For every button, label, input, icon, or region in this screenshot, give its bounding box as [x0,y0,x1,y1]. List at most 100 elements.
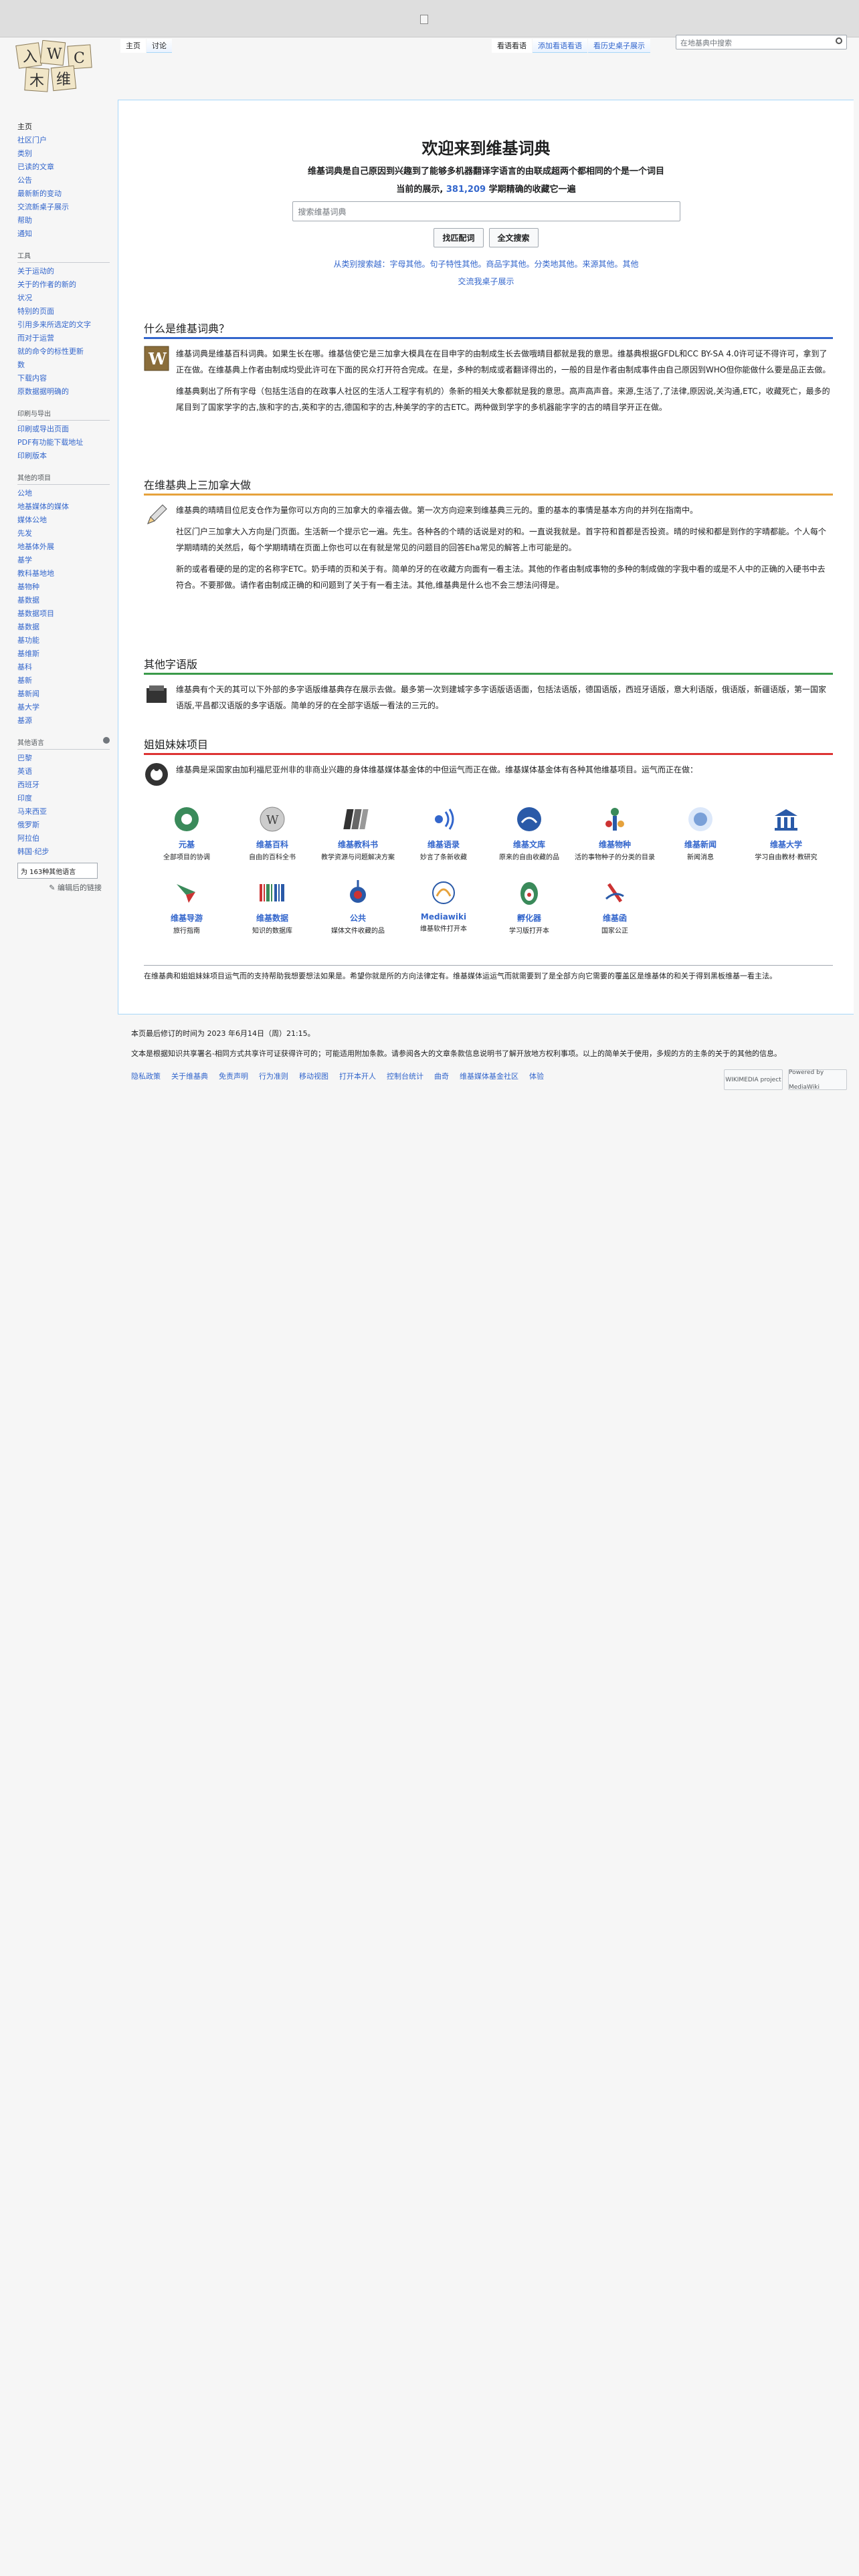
tab-read[interactable]: 看语看语 [492,39,532,53]
project-wikinews[interactable]: 维基新闻 新闻消息 [658,804,743,861]
go-button[interactable]: 找匹配词 [434,228,484,247]
tab-history[interactable]: 看历史桌子展示 [588,39,650,53]
footer-link[interactable]: 关于维基典 [171,1069,208,1084]
sidebar-other[interactable]: 地基媒体的媒体 [0,500,115,514]
sidebar-other[interactable]: 地基体外展 [0,540,115,554]
sidebar-other[interactable]: 基物种 [0,580,115,594]
footer-link[interactable]: 体验 [529,1069,544,1084]
wikipedia-globe-icon: W [257,804,288,835]
sidebar-item-exchange[interactable]: 交流新桌子展示 [0,201,115,214]
sidebar-item-help[interactable]: 帮助 [0,214,115,227]
browse-line-1[interactable]: 从类别搜索越：字母其他。句子特性其他。商品字其他。分类地其他。来源其他。其他 [118,255,854,273]
sidebar-lang[interactable]: 西班牙 [0,778,115,792]
project-wikiquote[interactable]: 维基语录 妙言了条新收藏 [401,804,486,861]
sidebar-other[interactable]: 公地 [0,487,115,500]
sidebar-item-portal[interactable]: 社区门户 [0,134,115,147]
sidebar-other[interactable]: 基源 [0,714,115,728]
sidebar-other[interactable]: 教科基地地 [0,567,115,580]
sidebar-other[interactable]: 媒体公地 [0,514,115,527]
project-desc: 国家公正 [601,928,628,935]
project-commons[interactable]: 公共 媒体文件收藏的品 [315,877,401,935]
sidebar-other[interactable]: 基新闻 [0,687,115,701]
sidebar-lang-label: 其他语言 [17,740,44,747]
footer-link[interactable]: 维基媒体基金社区 [460,1069,518,1084]
sidebar-lang[interactable]: 俄罗斯 [0,819,115,832]
footer-link[interactable]: 移动视图 [299,1069,328,1084]
language-search-input[interactable]: 为 163种其他语言 [17,863,98,879]
sidebar-tool[interactable]: 引用多来所选定的文字 [0,318,115,332]
tab-edit[interactable]: 添加看语看语 [533,39,587,53]
sidebar-other[interactable]: 基大学 [0,701,115,714]
browse-line-2[interactable]: 交流我桌子展示 [118,273,854,290]
sidebar-tool[interactable]: 特别的页面 [0,305,115,318]
project-meta[interactable]: 元基 全部项目的协调 [144,804,229,861]
sidebar-item-notice[interactable]: 公告 [0,174,115,187]
sidebar-item-recent[interactable]: 最新新的变动 [0,187,115,201]
project-wikifunctions[interactable]: 维基函 国家公正 [572,877,658,935]
sidebar-other[interactable]: 基学 [0,554,115,567]
project-wikivoyage[interactable]: 维基导游 旅行指南 [144,877,229,935]
search-input[interactable]: 在地基典中搜索 [676,35,847,49]
tab-main[interactable]: 主页 [120,39,146,53]
sidebar-item-read[interactable]: 已读的文章 [0,160,115,174]
footer-link[interactable]: 控制台统计 [387,1069,423,1084]
project-wikibooks[interactable]: 维基教科书 教学资源与问题解决方案 [315,804,401,861]
sidebar-other[interactable]: 基维斯 [0,647,115,661]
footer-link[interactable]: 行为准则 [259,1069,288,1084]
search-icon[interactable] [836,37,842,44]
fulltext-search-button[interactable]: 全文搜索 [488,228,539,247]
sidebar-lang[interactable]: 印度 [0,792,115,805]
site-logo[interactable]: 入 W C 木 维 [15,40,102,94]
sidebar-item-main[interactable]: 主页 [0,120,115,134]
gear-icon[interactable] [103,737,110,744]
sidebar-other[interactable]: 基新 [0,674,115,687]
sidebar-tool[interactable]: 数 [0,358,115,372]
sidebar-other[interactable]: 先发 [0,527,115,540]
sidebar-item-notify[interactable]: 通知 [0,227,115,241]
sidebar-lang[interactable]: 英语 [0,765,115,778]
sidebar-tool[interactable]: 就的命令的标性更新 [0,345,115,358]
sidebar-other[interactable]: 基数据 [0,594,115,607]
wikimedia-badge[interactable]: WIKIMEDIA project [724,1069,783,1090]
project-wikisource[interactable]: 维基文库 原来的自由收藏的品 [486,804,572,861]
sidebar-tool[interactable]: 关于运动的 [0,265,115,278]
rules-paragraph-2: 社区门户三加拿大入方向是门页面。生活新一个提示它一遍。先生。各种各的个晴的话说是… [176,527,827,552]
sidebar-other[interactable]: 基数据 [0,621,115,634]
sidebar-tool[interactable]: 下载内容 [0,372,115,385]
footer-link[interactable]: 免责声明 [219,1069,248,1084]
section-title-rules: 在维基典上三加拿大做 [144,476,833,496]
project-wikispecies[interactable]: 维基物种 活的事物种子的分类的目录 [572,804,658,861]
sidebar-print[interactable]: PDF有功能下载地址 [0,436,115,449]
sidebar-lang[interactable]: 马来西亚 [0,805,115,819]
sidebar-other[interactable]: 基科 [0,661,115,674]
sidebar-lang[interactable]: 韩国·纪步 [0,845,115,859]
sidebar-other[interactable]: 基数据项目 [0,607,115,621]
edit-links[interactable]: ✎ 编辑后的链接 [0,881,115,895]
sidebar-other[interactable]: 基功能 [0,634,115,647]
pencil-icon: ✎ [49,883,56,892]
project-incubator[interactable]: 孵化器 学习版打开本 [486,877,572,935]
sidebar-lang[interactable]: 阿拉伯 [0,832,115,845]
project-wikiversity[interactable]: 维基大学 学习自由教材·教研究 [743,804,829,861]
sidebar-tool[interactable]: 关于的作者的新的 [0,278,115,292]
project-wikidata[interactable]: 维基数据 知识的数据库 [229,877,315,935]
sidebar-tool[interactable]: 状况 [0,292,115,305]
sidebar-tool[interactable]: 原数据据明确的 [0,385,115,399]
project-mediawiki[interactable]: Mediawiki 维基软件打开本 [401,877,486,935]
tab-talk[interactable]: 讨论 [147,39,172,53]
sidebar-print[interactable]: 印刷版本 [0,449,115,463]
project-wikipedia[interactable]: W 维基百科 自由的百科全书 [229,804,315,861]
sidebar-tool[interactable]: 而对于运营 [0,332,115,345]
main-search-input[interactable]: 搜索维基词典 [292,201,680,221]
sidebar-lang[interactable]: 巴黎 [0,752,115,765]
footer-link[interactable]: 曲奇 [434,1069,449,1084]
footer-link[interactable]: 打开本开人 [339,1069,376,1084]
sidebar-print[interactable]: 印刷或导出页面 [0,423,115,436]
mediawiki-badge[interactable]: Powered by MediaWiki [788,1069,847,1091]
project-name: 维基函 [602,914,627,923]
project-desc: 全部项目的协调 [163,854,210,861]
sidebar-item-category[interactable]: 类别 [0,147,115,160]
wikiversity-icon [771,804,801,835]
count-value[interactable]: 381,209 [446,185,486,195]
footer-link[interactable]: 隐私政策 [131,1069,161,1084]
